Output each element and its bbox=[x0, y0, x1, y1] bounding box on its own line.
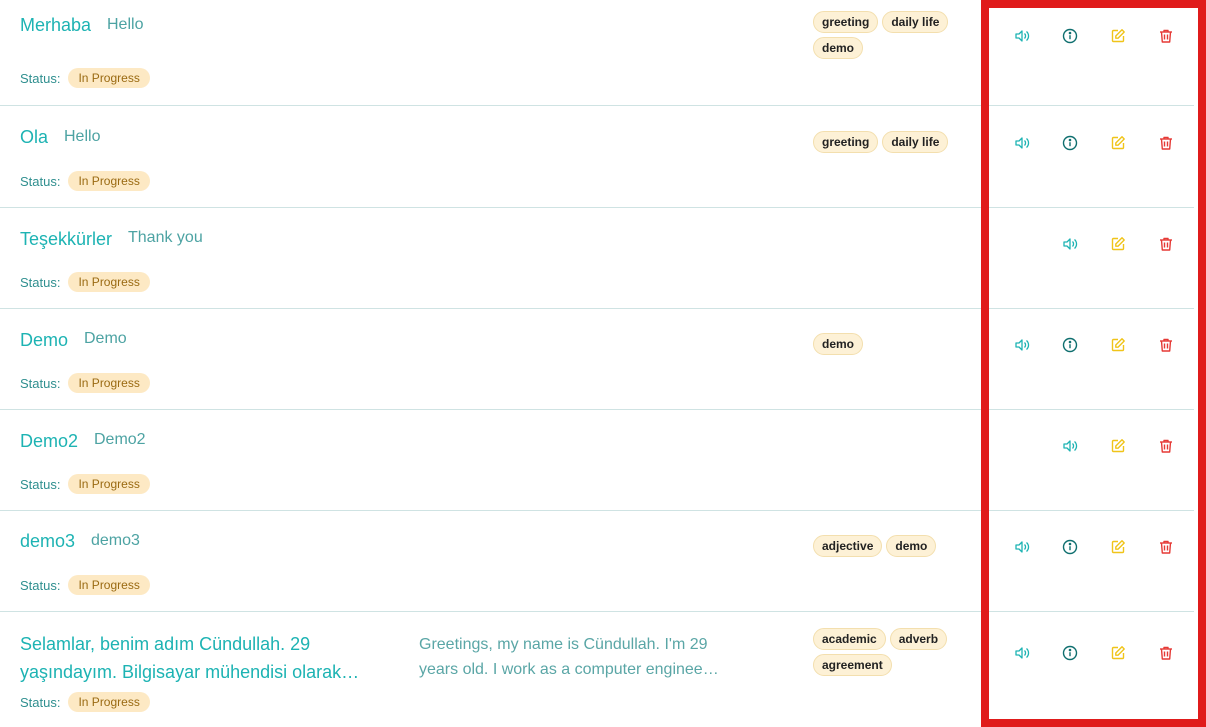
translation: demo3 bbox=[91, 532, 140, 549]
info-icon[interactable] bbox=[1061, 27, 1079, 45]
translation-line: years old. I work as a computer enginee… bbox=[419, 661, 719, 678]
speaker-icon[interactable] bbox=[1013, 538, 1031, 556]
tag[interactable]: daily life bbox=[882, 11, 949, 33]
tag-list: demo bbox=[813, 333, 963, 355]
status-badge: In Progress bbox=[68, 272, 150, 292]
tag[interactable]: adverb bbox=[889, 628, 948, 650]
trash-icon[interactable] bbox=[1157, 336, 1175, 354]
list-item: Merhaba Hello Status: In Progress greeti… bbox=[0, 0, 1194, 106]
tag[interactable]: demo bbox=[886, 535, 937, 557]
status-label: Status: bbox=[20, 476, 61, 492]
status-badge: In Progress bbox=[68, 68, 150, 88]
term[interactable]: demo3 bbox=[20, 531, 75, 552]
tag-list: academic adverb agreement bbox=[813, 628, 963, 676]
trash-icon[interactable] bbox=[1157, 134, 1175, 152]
term-line: Selamlar, benim adım Cündullah. 29 bbox=[20, 634, 311, 654]
status-badge: In Progress bbox=[68, 692, 150, 712]
status-row: Status: In Progress bbox=[20, 373, 150, 393]
term[interactable]: Demo bbox=[20, 330, 68, 351]
status-label: Status: bbox=[20, 375, 61, 391]
trash-icon[interactable] bbox=[1157, 538, 1175, 556]
status-label: Status: bbox=[20, 70, 61, 86]
term-line: yaşındayım. Bilgisayar mühendisi olarak… bbox=[20, 662, 360, 682]
status-row: Status: In Progress bbox=[20, 692, 150, 712]
term[interactable]: Merhaba bbox=[20, 15, 91, 36]
status-label: Status: bbox=[20, 694, 61, 710]
status-row: Status: In Progress bbox=[20, 171, 150, 191]
tag[interactable]: agreement bbox=[813, 654, 892, 676]
info-icon[interactable] bbox=[1061, 538, 1079, 556]
tag[interactable]: greeting bbox=[813, 11, 879, 33]
tag[interactable]: daily life bbox=[882, 131, 949, 153]
list-item: Demo Demo Status: In Progress demo bbox=[0, 309, 1194, 410]
term[interactable]: Demo2 bbox=[20, 431, 78, 452]
tag[interactable]: greeting bbox=[813, 131, 879, 153]
translation: Greetings, my name is Cündullah. I'm 29 … bbox=[419, 632, 724, 682]
list-item: Teşekkürler Thank you Status: In Progres… bbox=[0, 208, 1194, 309]
tag-list: greeting daily life bbox=[813, 131, 963, 153]
list-item: demo3 demo3 Status: In Progress adjectiv… bbox=[0, 511, 1194, 612]
list-item: Ola Hello Status: In Progress greeting d… bbox=[0, 106, 1194, 208]
tag[interactable]: demo bbox=[813, 333, 864, 355]
status-label: Status: bbox=[20, 577, 61, 593]
status-row: Status: In Progress bbox=[20, 474, 150, 494]
info-icon[interactable] bbox=[1061, 644, 1079, 662]
speaker-icon[interactable] bbox=[1013, 27, 1031, 45]
speaker-icon[interactable] bbox=[1013, 134, 1031, 152]
edit-icon[interactable] bbox=[1109, 27, 1127, 45]
speaker-icon[interactable] bbox=[1013, 336, 1031, 354]
status-row: Status: In Progress bbox=[20, 272, 150, 292]
status-label: Status: bbox=[20, 173, 61, 189]
edit-icon[interactable] bbox=[1109, 437, 1127, 455]
translation-line: Greetings, my name is Cündullah. I'm 29 bbox=[419, 636, 708, 653]
tag[interactable]: adjective bbox=[813, 535, 883, 557]
edit-icon[interactable] bbox=[1109, 235, 1127, 253]
speaker-icon[interactable] bbox=[1013, 644, 1031, 662]
edit-icon[interactable] bbox=[1109, 336, 1127, 354]
list-item: Demo2 Demo2 Status: In Progress bbox=[0, 410, 1194, 511]
translation: Demo bbox=[84, 330, 127, 347]
trash-icon[interactable] bbox=[1157, 235, 1175, 253]
edit-icon[interactable] bbox=[1109, 644, 1127, 662]
trash-icon[interactable] bbox=[1157, 437, 1175, 455]
status-row: Status: In Progress bbox=[20, 575, 150, 595]
info-icon[interactable] bbox=[1061, 336, 1079, 354]
status-row: Status: In Progress bbox=[20, 68, 150, 88]
info-icon[interactable] bbox=[1061, 134, 1079, 152]
speaker-icon[interactable] bbox=[1061, 235, 1079, 253]
term[interactable]: Ola bbox=[20, 127, 48, 148]
translation: Thank you bbox=[128, 229, 203, 246]
trash-icon[interactable] bbox=[1157, 644, 1175, 662]
translation: Demo2 bbox=[94, 431, 146, 448]
status-badge: In Progress bbox=[68, 373, 150, 393]
status-label: Status: bbox=[20, 274, 61, 290]
edit-icon[interactable] bbox=[1109, 134, 1127, 152]
status-badge: In Progress bbox=[68, 474, 150, 494]
status-badge: In Progress bbox=[68, 575, 150, 595]
tag[interactable]: academic bbox=[813, 628, 886, 650]
tag-list: greeting daily life demo bbox=[813, 11, 963, 59]
term[interactable]: Selamlar, benim adım Cündullah. 29 yaşın… bbox=[20, 630, 380, 686]
edit-icon[interactable] bbox=[1109, 538, 1127, 556]
tag[interactable]: demo bbox=[813, 37, 864, 59]
status-badge: In Progress bbox=[68, 171, 150, 191]
term[interactable]: Teşekkürler bbox=[20, 229, 112, 250]
tag-list: adjective demo bbox=[813, 535, 963, 557]
translation: Hello bbox=[64, 128, 101, 145]
list-item: Selamlar, benim adım Cündullah. 29 yaşın… bbox=[0, 612, 1194, 727]
trash-icon[interactable] bbox=[1157, 27, 1175, 45]
speaker-icon[interactable] bbox=[1061, 437, 1079, 455]
translation: Hello bbox=[107, 16, 144, 33]
